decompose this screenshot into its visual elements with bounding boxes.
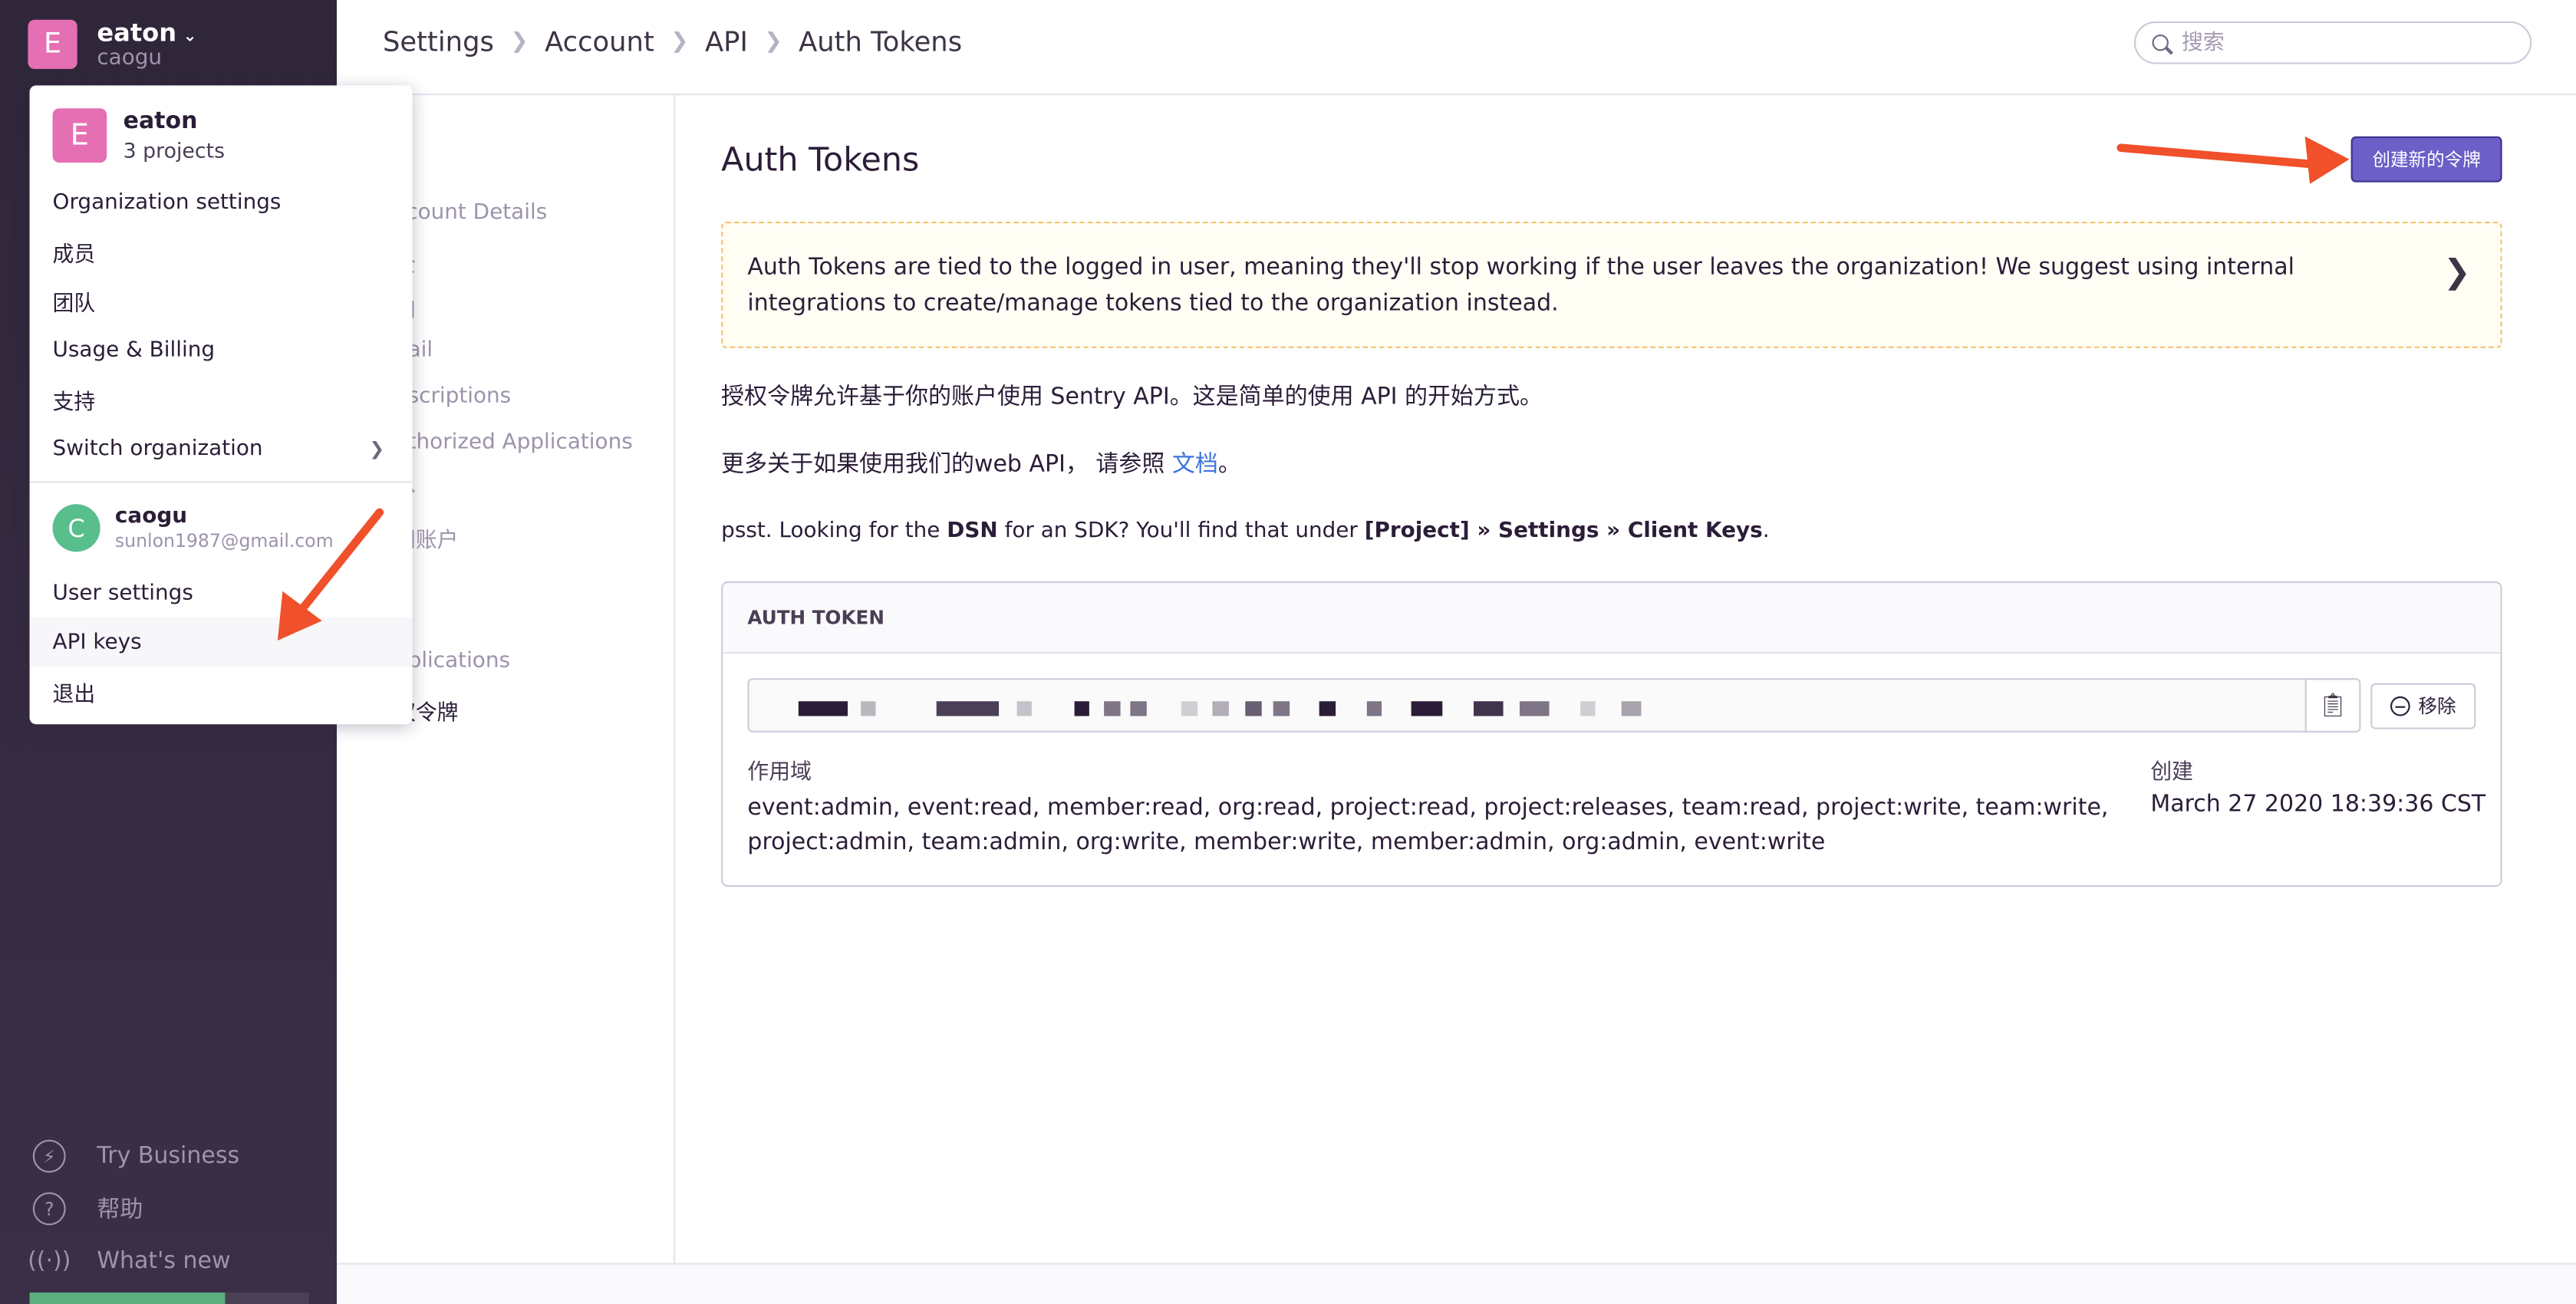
- org-dropdown-menu: E eaton 3 projects Organization settings…: [29, 85, 413, 725]
- menu-item-logout[interactable]: 退出: [30, 667, 413, 716]
- create-token-button[interactable]: 创建新的令牌: [2350, 136, 2502, 183]
- search-input[interactable]: [2182, 30, 2494, 55]
- minus-circle-icon: [2390, 696, 2410, 716]
- remove-token-button[interactable]: 移除: [2370, 683, 2476, 729]
- breadcrumb-api[interactable]: API: [705, 26, 748, 58]
- dsn-hint: psst. Looking for the DSN for an SDK? Yo…: [721, 519, 1769, 544]
- nav-authorized-applications[interactable]: uthorized Applications: [394, 430, 633, 455]
- chevron-right-icon: ❯: [2443, 251, 2471, 291]
- sidebar-item-whats-new[interactable]: ((·)) What's new: [28, 1235, 239, 1288]
- token-field-redacted[interactable]: [747, 678, 2358, 733]
- menu-item-usage-billing[interactable]: Usage & Billing: [30, 325, 413, 374]
- user-avatar: C: [52, 504, 100, 552]
- sidebar-item-label: Try Business: [97, 1143, 240, 1170]
- nav-account-details[interactable]: ccount Details: [394, 200, 547, 225]
- menu-item-label: API keys: [52, 630, 142, 655]
- broadcast-icon: ((·)): [28, 1248, 71, 1275]
- lightning-icon: ⚡︎: [32, 1139, 66, 1173]
- menu-item-teams[interactable]: 团队: [30, 276, 413, 325]
- search-icon: [2152, 34, 2169, 51]
- menu-item-label: Organization settings: [52, 189, 282, 215]
- dsn-hint-t3: .: [1762, 519, 1770, 544]
- top-bar: Settings ❯ Account ❯ API ❯ Auth Tokens: [337, 0, 2576, 96]
- menu-item-label: 成员: [52, 242, 96, 267]
- dsn-hint-t2: for an SDK? You'll find that under: [997, 519, 1365, 544]
- auth-token-panel: AUTH TOKEN 📋︎ 移除 作用域 event:admin, event:…: [721, 581, 2502, 887]
- chevron-right-icon: ❯: [764, 29, 782, 54]
- chevron-right-icon: ❯: [670, 29, 689, 54]
- footer: [337, 1263, 2576, 1304]
- menu-item-label: User settings: [52, 580, 193, 605]
- org-switcher[interactable]: E eaton ⌄ caogu: [28, 18, 197, 71]
- created-value: March 27 2020 18:39:36 CST: [2150, 791, 2486, 818]
- org-username: caogu: [97, 44, 163, 70]
- created-label: 创建: [2150, 760, 2194, 785]
- dropdown-user-name: caogu: [114, 504, 188, 529]
- breadcrumb: Settings ❯ Account ❯ API ❯ Auth Tokens: [383, 26, 962, 58]
- dropdown-org-name: eaton: [123, 108, 198, 135]
- sidebar-item-help[interactable]: ? 帮助: [32, 1183, 239, 1236]
- menu-item-label: 团队: [52, 291, 96, 317]
- menu-item-label: Usage & Billing: [52, 337, 216, 363]
- org-name: eaton: [97, 18, 177, 48]
- clipboard-icon[interactable]: 📋︎: [2304, 678, 2361, 733]
- scope-value: event:admin, event:read, member:read, or…: [747, 795, 2109, 856]
- divider: [29, 481, 413, 483]
- alert-text: Auth Tokens are tied to the logged in us…: [747, 254, 2294, 318]
- menu-item-label: Switch organization: [52, 436, 263, 461]
- page-title: Auth Tokens: [721, 139, 920, 179]
- menu-item-label: 支持: [52, 390, 96, 415]
- menu-item-user-settings[interactable]: User settings: [30, 568, 413, 617]
- warning-alert[interactable]: Auth Tokens are tied to the logged in us…: [721, 222, 2502, 348]
- panel-header: AUTH TOKEN: [723, 583, 2501, 654]
- breadcrumb-settings[interactable]: Settings: [383, 26, 494, 58]
- org-avatar: E: [52, 108, 107, 163]
- docs-text-prefix: 更多关于如果使用我们的web API， 请参照: [721, 451, 1165, 479]
- scope-label: 作用域: [747, 760, 812, 785]
- dropdown-org-projects: 3 projects: [123, 137, 226, 162]
- chevron-down-icon: ⌄: [183, 28, 197, 46]
- sidebar-item-label: What's new: [97, 1248, 231, 1275]
- dsn-hint-dsn: DSN: [947, 519, 998, 544]
- search-box[interactable]: [2133, 21, 2532, 64]
- menu-item-label: 退出: [52, 682, 96, 707]
- breadcrumb-account[interactable]: Account: [545, 26, 654, 58]
- chevron-right-icon: ❯: [369, 437, 385, 459]
- annotation-arrow-to-create-button: [2116, 136, 2350, 184]
- sidebar-item-label: 帮助: [97, 1197, 143, 1224]
- docs-text: 更多关于如果使用我们的web API， 请参照 文档。: [721, 446, 1241, 479]
- remove-label: 移除: [2418, 694, 2456, 718]
- dropdown-user-header: C caogu sunlon1987@gmail.com: [52, 504, 334, 552]
- docs-link[interactable]: 文档: [1172, 452, 1218, 478]
- menu-item-organization-settings[interactable]: Organization settings: [30, 177, 413, 226]
- dropdown-user-email: sunlon1987@gmail.com: [114, 529, 334, 552]
- menu-item-members[interactable]: 成员: [30, 226, 413, 275]
- dropdown-org-header[interactable]: E eaton 3 projects: [52, 108, 226, 163]
- dsn-hint-t1: psst. Looking for the: [721, 519, 947, 544]
- intro-text: 授权令牌允许基于你的账户使用 Sentry API。这是简单的使用 API 的开…: [721, 384, 1543, 411]
- menu-item-support[interactable]: 支持: [30, 374, 413, 423]
- sidebar-bottom-links: ⚡︎ Try Business ? 帮助 ((·)) What's new: [28, 1130, 240, 1288]
- onboarding-progress[interactable]: [29, 1292, 309, 1304]
- progress-fill: [29, 1292, 226, 1304]
- help-icon: ?: [32, 1192, 66, 1226]
- breadcrumb-auth-tokens: Auth Tokens: [799, 26, 963, 58]
- docs-text-suffix: 。: [1217, 451, 1241, 479]
- chevron-right-icon: ❯: [510, 29, 529, 54]
- menu-item-switch-organization[interactable]: Switch organization ❯: [30, 423, 413, 473]
- sidebar-item-try-business[interactable]: ⚡︎ Try Business: [32, 1130, 240, 1183]
- menu-item-api-keys[interactable]: API keys: [29, 617, 413, 667]
- dsn-hint-path: [Project] » Settings » Client Keys: [1364, 519, 1763, 544]
- org-avatar: E: [28, 20, 77, 70]
